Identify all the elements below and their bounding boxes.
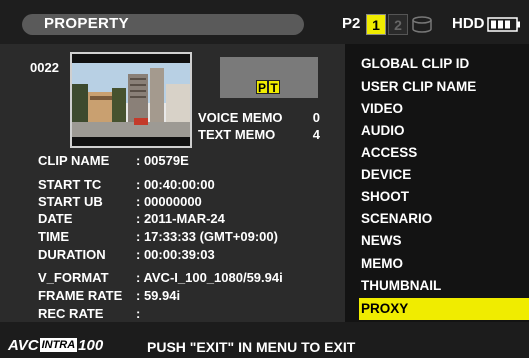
property-label: TIME — [38, 229, 70, 244]
menu-item-thumbnail[interactable]: THUMBNAIL — [361, 278, 441, 293]
menu-item-shoot[interactable]: SHOOT — [361, 189, 409, 204]
property-value: : AVC-I_100_1080/59.94i — [136, 270, 283, 285]
photo-memo-flag: P — [256, 80, 268, 95]
logo-avc: AVC — [8, 336, 39, 354]
property-value: : 17:33:33 (GMT+09:00) — [136, 229, 278, 244]
property-value: : 00:40:00:00 — [136, 177, 215, 192]
property-label: CLIP NAME — [38, 153, 110, 168]
exit-instruction: PUSH "EXIT" IN MENU TO EXIT — [147, 339, 356, 355]
property-row-start-ub: START UB : 00000000 — [38, 194, 202, 209]
property-value: : 00579E — [136, 153, 189, 168]
property-value: : 59.94i — [136, 288, 181, 303]
property-row-rec-rate: REC RATE: — [38, 306, 140, 321]
menu-item-proxy[interactable]: PROXY — [361, 301, 408, 316]
thumbnail-image — [72, 54, 190, 146]
property-label: DURATION — [38, 247, 106, 262]
menu-item-access[interactable]: ACCESS — [361, 145, 417, 160]
property-row-date: DATE : 2011-MAR-24 — [38, 211, 225, 226]
property-value: : 2011-MAR-24 — [136, 211, 225, 226]
property-row-clip-name: CLIP NAME : 00579E — [38, 153, 189, 168]
menu-item-video[interactable]: VIDEO — [361, 101, 403, 116]
battery-icon — [487, 17, 520, 32]
menu-item-memo[interactable]: MEMO — [361, 256, 403, 271]
text-memo-flag: T — [268, 80, 280, 95]
property-row-frame-rate: FRAME RATE : 59.94i — [38, 288, 180, 303]
text-memo-row: TEXT MEMO 4 — [198, 127, 320, 142]
menu-item-news[interactable]: NEWS — [361, 233, 402, 248]
property-row-duration: DURATION : 00:00:39:03 — [38, 247, 215, 262]
property-value: : — [136, 306, 141, 321]
media-label: P2 — [342, 15, 361, 32]
menu-item-audio[interactable]: AUDIO — [361, 123, 405, 138]
disk-icon — [412, 16, 432, 33]
voice-memo-label: VOICE MEMO — [198, 110, 283, 125]
property-row-start-tc: START TC : 00:40:00:00 — [38, 177, 215, 192]
avc-intra-logo: AVC INTRA 100 — [8, 336, 104, 354]
voice-memo-value: 0 — [312, 110, 320, 125]
menu-item-scenario[interactable]: SCENARIO — [361, 211, 432, 226]
property-label: START TC — [38, 177, 102, 192]
text-memo-value: 4 — [312, 127, 320, 142]
property-value: : 00000000 — [136, 194, 202, 209]
clip-thumbnail — [70, 52, 192, 148]
logo-num: 100 — [78, 336, 104, 354]
menu-item-user-clip-name[interactable]: USER CLIP NAME — [361, 79, 476, 94]
property-row-v-format: V_FORMAT : AVC-I_100_1080/59.94i — [38, 270, 283, 285]
property-label: REC RATE — [38, 306, 104, 321]
card-slot-1: 1 — [366, 14, 386, 35]
voice-memo-row: VOICE MEMO 0 — [198, 110, 320, 125]
page-title-text: PROPERTY — [44, 15, 129, 32]
property-label: START UB — [38, 194, 103, 209]
property-label: DATE — [38, 211, 73, 226]
menu-item-global-clip-id[interactable]: GLOBAL CLIP ID — [361, 56, 469, 71]
text-memo-label: TEXT MEMO — [198, 127, 276, 142]
property-label: FRAME RATE — [38, 288, 123, 303]
page-title: PROPERTY — [22, 14, 304, 35]
hdd-label: HDD — [452, 15, 485, 32]
clip-number: 0022 — [30, 60, 59, 75]
memo-flags: P T — [256, 80, 280, 95]
card-slot-2: 2 — [388, 14, 408, 35]
property-label: V_FORMAT — [38, 270, 109, 285]
property-row-time: TIME : 17:33:33 (GMT+09:00) — [38, 229, 278, 244]
property-value: : 00:00:39:03 — [136, 247, 215, 262]
menu-item-device[interactable]: DEVICE — [361, 167, 411, 182]
logo-intra: INTRA — [39, 338, 78, 352]
